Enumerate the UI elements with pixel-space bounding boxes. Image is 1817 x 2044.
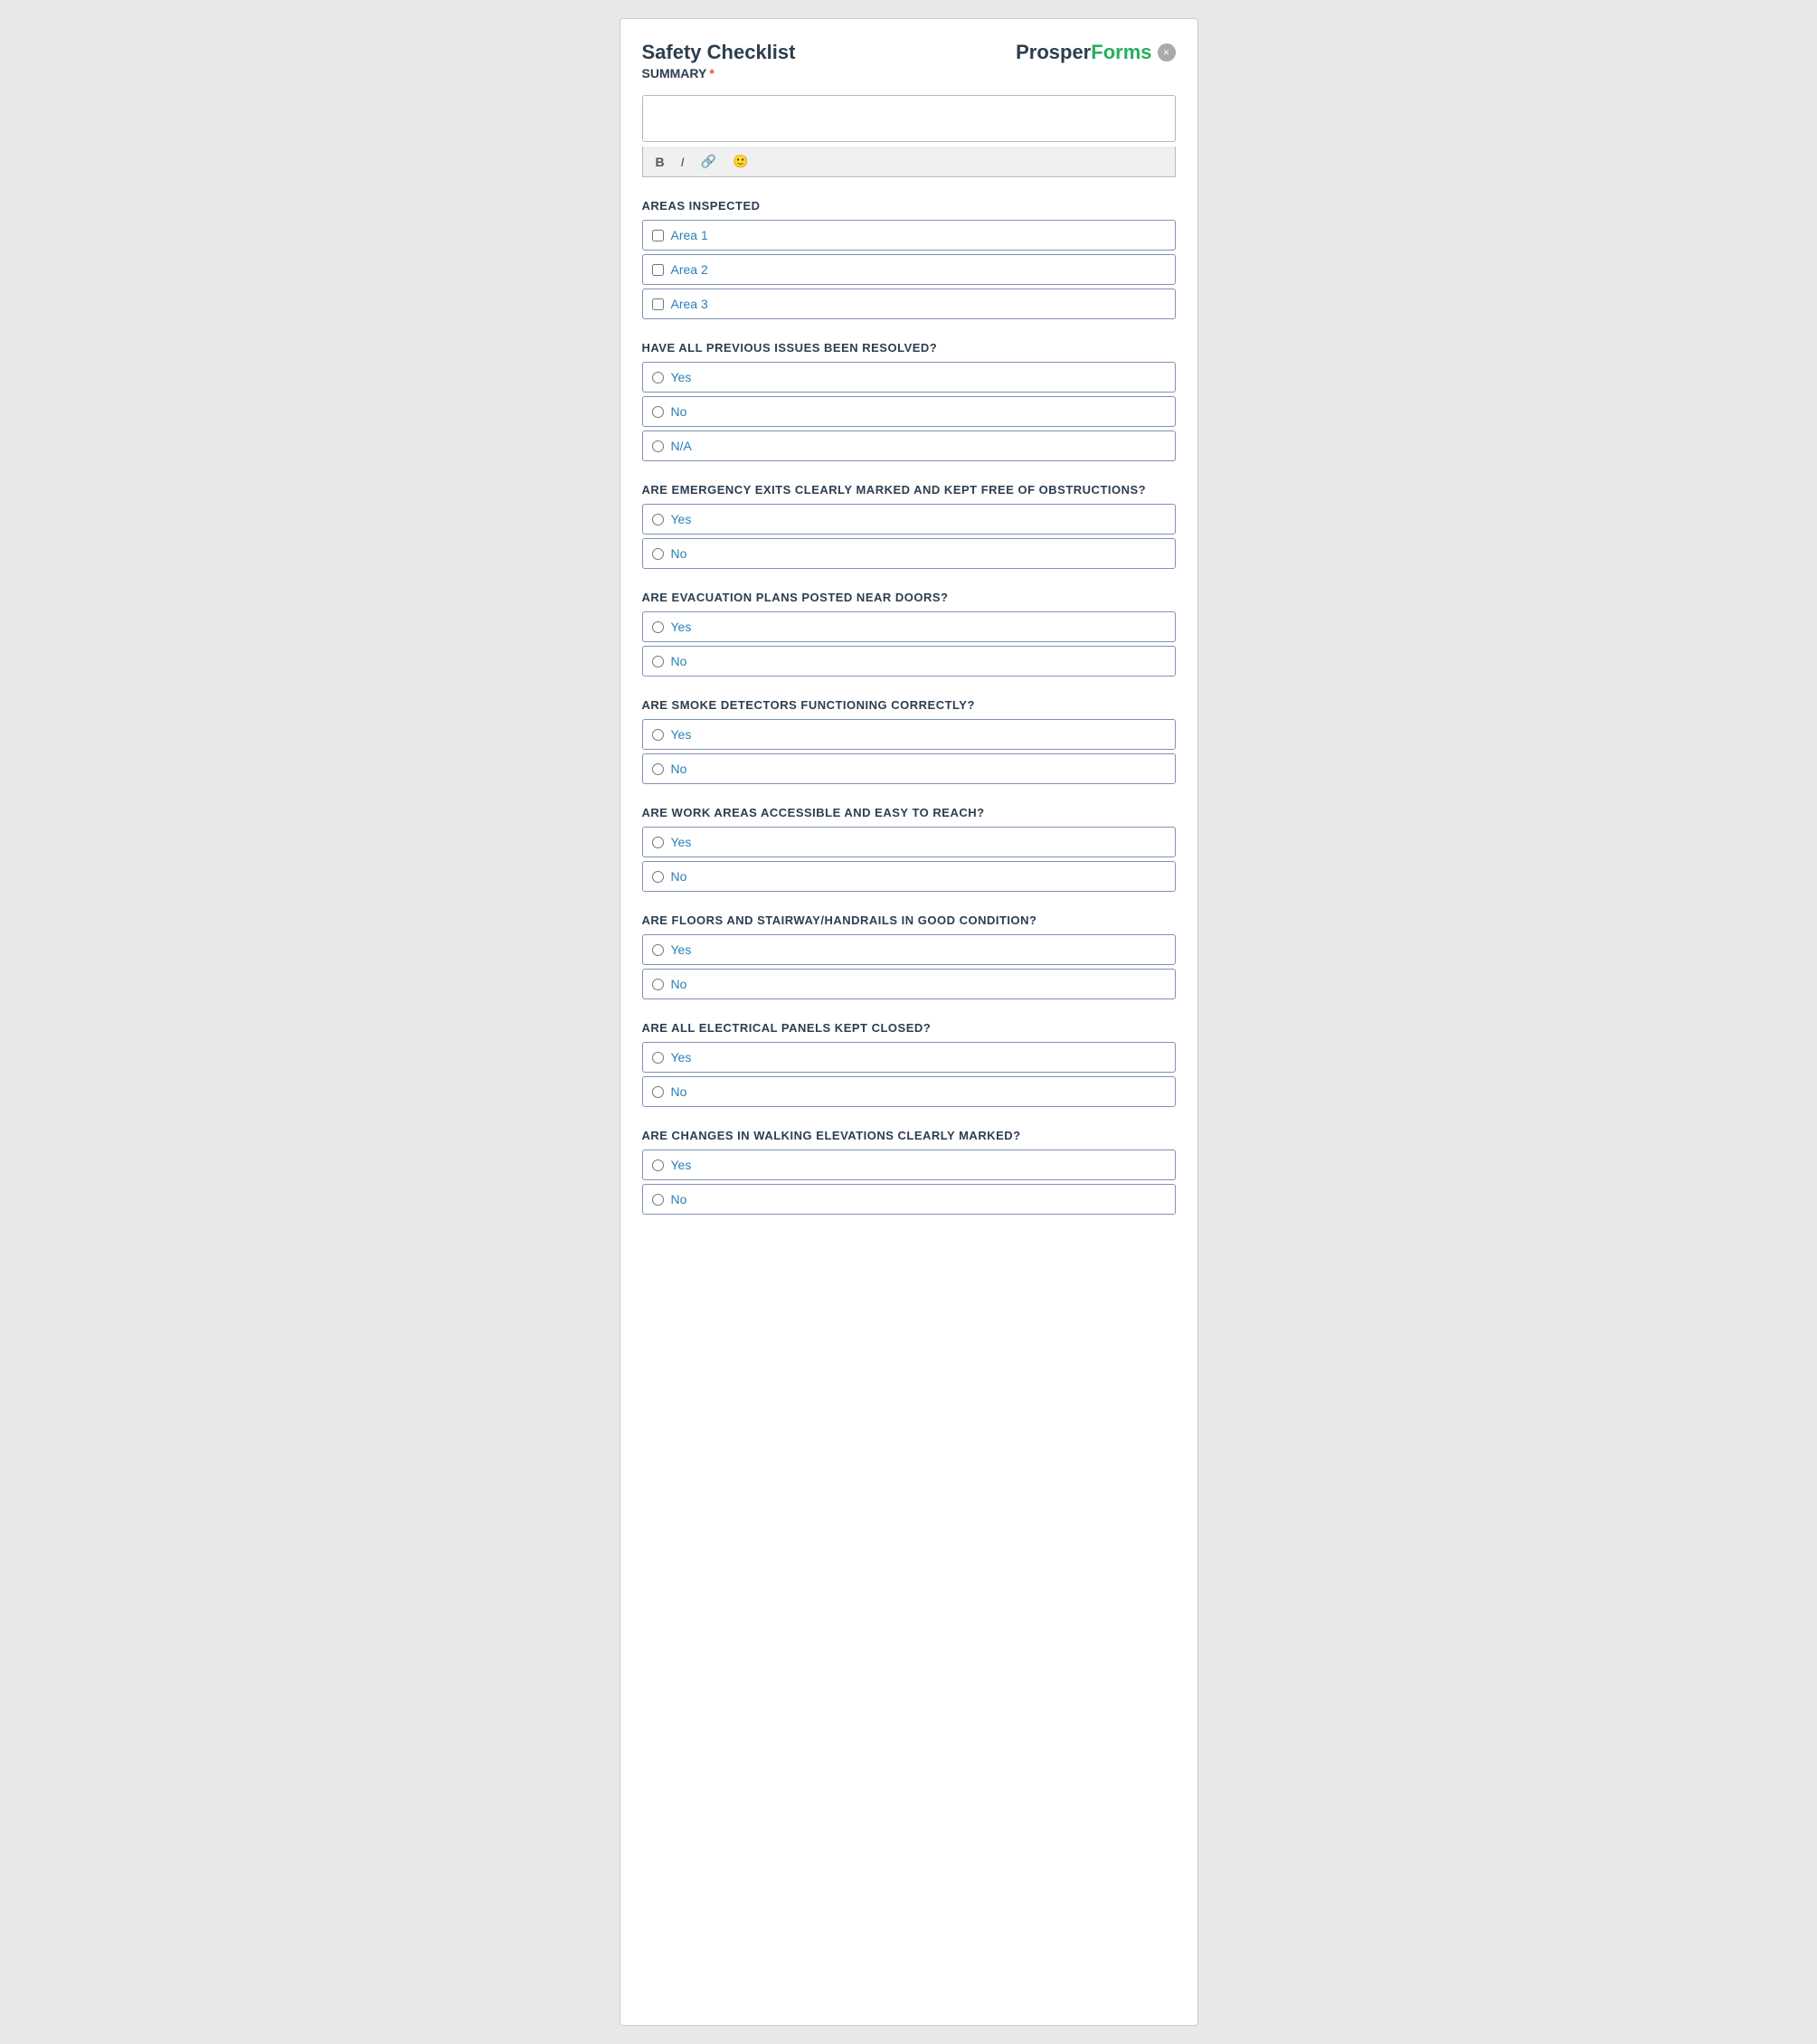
option-label-emergency_exits-0: Yes (671, 512, 692, 526)
option-label-previous_issues-2: N/A (671, 439, 692, 453)
input-areas_inspected-0[interactable] (652, 230, 664, 241)
input-emergency_exits-0[interactable] (652, 514, 664, 525)
option-row-emergency_exits-0[interactable]: Yes (642, 504, 1176, 535)
input-work_areas-0[interactable] (652, 837, 664, 848)
section-label-floors_stairways: ARE FLOORS AND STAIRWAY/HANDRAILS IN GOO… (642, 913, 1176, 927)
option-label-areas_inspected-0: Area 1 (671, 228, 708, 242)
section-label-smoke_detectors: ARE SMOKE DETECTORS FUNCTIONING CORRECTL… (642, 698, 1176, 712)
logo: ProsperForms (1016, 41, 1151, 64)
input-areas_inspected-1[interactable] (652, 264, 664, 276)
header: Safety Checklist SUMMARY* ProsperForms × (642, 41, 1176, 80)
section-floors_stairways: ARE FLOORS AND STAIRWAY/HANDRAILS IN GOO… (642, 913, 1176, 999)
form-subtitle: SUMMARY* (642, 66, 796, 80)
option-label-smoke_detectors-1: No (671, 762, 687, 776)
input-previous_issues-0[interactable] (652, 372, 664, 383)
option-label-work_areas-1: No (671, 869, 687, 884)
option-label-evacuation_plans-0: Yes (671, 620, 692, 634)
title-block: Safety Checklist SUMMARY* (642, 41, 796, 80)
logo-forms: Forms (1091, 41, 1151, 63)
link-button[interactable]: 🔗 (697, 152, 720, 171)
option-label-previous_issues-0: Yes (671, 370, 692, 384)
option-row-evacuation_plans-1[interactable]: No (642, 646, 1176, 677)
option-label-floors_stairways-1: No (671, 977, 687, 991)
input-smoke_detectors-0[interactable] (652, 729, 664, 741)
input-walking_elevations-0[interactable] (652, 1159, 664, 1171)
option-label-areas_inspected-2: Area 3 (671, 297, 708, 311)
option-row-electrical_panels-0[interactable]: Yes (642, 1042, 1176, 1073)
input-electrical_panels-1[interactable] (652, 1086, 664, 1098)
section-areas_inspected: AREAS INSPECTED Area 1 Area 2 Area 3 (642, 199, 1176, 319)
input-floors_stairways-0[interactable] (652, 944, 664, 956)
option-row-emergency_exits-1[interactable]: No (642, 538, 1176, 569)
option-label-areas_inspected-1: Area 2 (671, 262, 708, 277)
section-previous_issues: HAVE ALL PREVIOUS ISSUES BEEN RESOLVED? Y… (642, 341, 1176, 461)
section-emergency_exits: ARE EMERGENCY EXITS CLEARLY MARKED AND K… (642, 483, 1176, 569)
option-label-emergency_exits-1: No (671, 546, 687, 561)
option-row-areas_inspected-2[interactable]: Area 3 (642, 289, 1176, 319)
option-row-floors_stairways-0[interactable]: Yes (642, 934, 1176, 965)
input-floors_stairways-1[interactable] (652, 979, 664, 990)
section-work_areas: ARE WORK AREAS ACCESSIBLE AND EASY TO RE… (642, 806, 1176, 892)
option-row-work_areas-1[interactable]: No (642, 861, 1176, 892)
option-row-evacuation_plans-0[interactable]: Yes (642, 611, 1176, 642)
option-label-smoke_detectors-0: Yes (671, 727, 692, 742)
section-label-areas_inspected: AREAS INSPECTED (642, 199, 1176, 213)
input-evacuation_plans-1[interactable] (652, 656, 664, 667)
input-walking_elevations-1[interactable] (652, 1194, 664, 1206)
option-row-work_areas-0[interactable]: Yes (642, 827, 1176, 857)
logo-prosper: Prosper (1016, 41, 1091, 63)
option-label-walking_elevations-0: Yes (671, 1158, 692, 1172)
option-row-smoke_detectors-0[interactable]: Yes (642, 719, 1176, 750)
section-label-emergency_exits: ARE EMERGENCY EXITS CLEARLY MARKED AND K… (642, 483, 1176, 497)
input-electrical_panels-0[interactable] (652, 1052, 664, 1064)
option-row-floors_stairways-1[interactable]: No (642, 969, 1176, 999)
emoji-button[interactable]: 🙂 (729, 152, 752, 171)
option-row-walking_elevations-1[interactable]: No (642, 1184, 1176, 1215)
option-label-evacuation_plans-1: No (671, 654, 687, 668)
close-button[interactable]: × (1158, 43, 1176, 62)
input-previous_issues-2[interactable] (652, 440, 664, 452)
option-row-previous_issues-0[interactable]: Yes (642, 362, 1176, 393)
option-row-areas_inspected-0[interactable]: Area 1 (642, 220, 1176, 251)
option-row-smoke_detectors-1[interactable]: No (642, 753, 1176, 784)
input-emergency_exits-1[interactable] (652, 548, 664, 560)
logo-area: ProsperForms × (1016, 41, 1175, 64)
option-label-previous_issues-1: No (671, 404, 687, 419)
required-indicator: * (709, 66, 714, 80)
option-row-previous_issues-1[interactable]: No (642, 396, 1176, 427)
option-row-previous_issues-2[interactable]: N/A (642, 431, 1176, 461)
option-label-electrical_panels-0: Yes (671, 1050, 692, 1065)
input-evacuation_plans-0[interactable] (652, 621, 664, 633)
section-label-walking_elevations: ARE CHANGES IN WALKING ELEVATIONS CLEARL… (642, 1129, 1176, 1142)
input-areas_inspected-2[interactable] (652, 298, 664, 310)
form-container: Safety Checklist SUMMARY* ProsperForms ×… (620, 18, 1198, 2026)
option-row-areas_inspected-1[interactable]: Area 2 (642, 254, 1176, 285)
toolbar: B I 🔗 🙂 (642, 147, 1176, 177)
bold-button[interactable]: B (652, 153, 668, 171)
option-label-walking_elevations-1: No (671, 1192, 687, 1207)
option-row-walking_elevations-0[interactable]: Yes (642, 1150, 1176, 1180)
section-label-electrical_panels: ARE ALL ELECTRICAL PANELS KEPT CLOSED? (642, 1021, 1176, 1035)
section-evacuation_plans: ARE EVACUATION PLANS POSTED NEAR DOORS? Y… (642, 591, 1176, 677)
input-smoke_detectors-1[interactable] (652, 763, 664, 775)
section-label-work_areas: ARE WORK AREAS ACCESSIBLE AND EASY TO RE… (642, 806, 1176, 819)
section-label-evacuation_plans: ARE EVACUATION PLANS POSTED NEAR DOORS? (642, 591, 1176, 604)
form-title: Safety Checklist (642, 41, 796, 64)
input-previous_issues-1[interactable] (652, 406, 664, 418)
sections-container: AREAS INSPECTED Area 1 Area 2 Area 3 HAVE AL… (642, 199, 1176, 1215)
input-work_areas-1[interactable] (652, 871, 664, 883)
section-electrical_panels: ARE ALL ELECTRICAL PANELS KEPT CLOSED? Ye… (642, 1021, 1176, 1107)
summary-textarea[interactable] (642, 95, 1176, 142)
option-label-floors_stairways-0: Yes (671, 942, 692, 957)
option-row-electrical_panels-1[interactable]: No (642, 1076, 1176, 1107)
option-label-electrical_panels-1: No (671, 1084, 687, 1099)
option-label-work_areas-0: Yes (671, 835, 692, 849)
section-smoke_detectors: ARE SMOKE DETECTORS FUNCTIONING CORRECTL… (642, 698, 1176, 784)
section-walking_elevations: ARE CHANGES IN WALKING ELEVATIONS CLEARL… (642, 1129, 1176, 1215)
section-label-previous_issues: HAVE ALL PREVIOUS ISSUES BEEN RESOLVED? (642, 341, 1176, 355)
italic-button[interactable]: I (677, 153, 688, 171)
